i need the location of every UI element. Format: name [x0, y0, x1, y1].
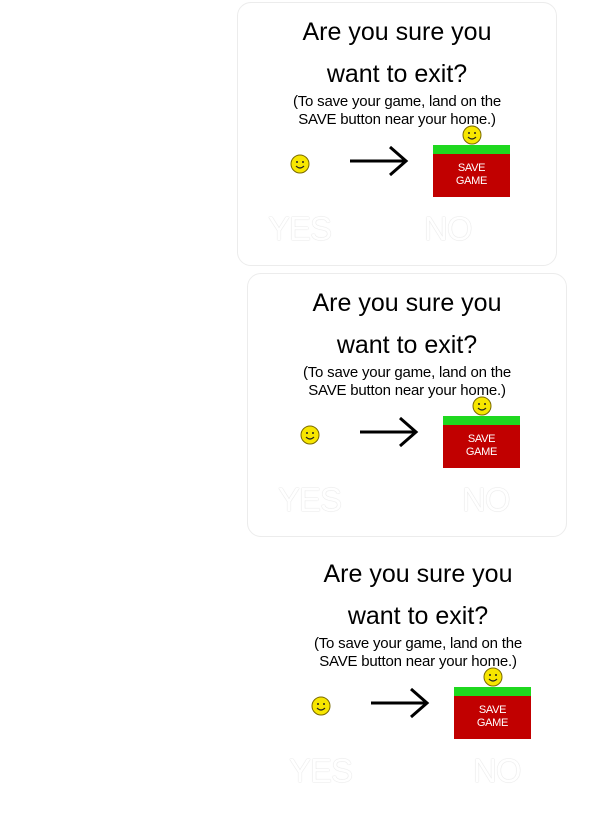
exit-dialog-1: Are you sure you want to exit? (To save …: [237, 2, 557, 266]
dialog-title-line-1: Are you sure you: [302, 18, 492, 46]
save-game-pad: SAVE GAME: [454, 687, 531, 739]
dialog-note-line-1: (To save your game, land on the: [313, 635, 523, 652]
save-label-line-1: SAVE: [467, 433, 496, 445]
no-label: NO: [473, 752, 521, 789]
save-pad-label: SAVE GAME: [454, 696, 531, 739]
smiley-icon: [472, 396, 492, 416]
dialog-note-line-1: (To save your game, land on the: [292, 93, 502, 110]
smiley-icon: [311, 696, 331, 716]
arrow-right-icon: [371, 687, 430, 719]
dialog-title-line-2: want to exit?: [336, 331, 478, 359]
no-label: NO: [462, 481, 510, 518]
dialog-note-line-2: SAVE button near your home.): [298, 111, 496, 128]
yes-button[interactable]: YES: [289, 751, 353, 791]
save-game-pad: SAVE GAME: [433, 145, 510, 197]
arrow-right-icon: [360, 416, 419, 448]
smiley-icon: [300, 425, 320, 445]
no-button[interactable]: NO: [462, 480, 510, 520]
save-pad-label: SAVE GAME: [443, 425, 520, 468]
yes-label: YES: [278, 481, 342, 518]
no-button[interactable]: NO: [473, 751, 521, 791]
exit-dialog-2: Are you sure you want to exit? (To save …: [247, 273, 567, 537]
yes-button[interactable]: YES: [268, 209, 332, 249]
yes-label: YES: [268, 210, 332, 247]
save-pad-label: SAVE GAME: [433, 154, 510, 197]
dialog-note-line-1: (To save your game, land on the: [302, 364, 512, 381]
dialog-title-line-2: want to exit?: [326, 60, 468, 88]
save-label-line-2: GAME: [455, 175, 488, 187]
save-pad-grass: [454, 687, 531, 696]
save-pad-grass: [443, 416, 520, 425]
smiley-icon: [483, 667, 503, 687]
yes-button[interactable]: YES: [278, 480, 342, 520]
exit-dialog-3: Are you sure you want to exit? (To save …: [258, 544, 578, 808]
no-label: NO: [424, 210, 472, 247]
smiley-icon: [290, 154, 310, 174]
save-label-line-2: GAME: [476, 717, 509, 729]
yes-label: YES: [289, 752, 353, 789]
arrow-right-icon: [350, 145, 409, 177]
dialog-note-line-2: SAVE button near your home.): [308, 382, 506, 399]
no-button[interactable]: NO: [424, 209, 472, 249]
smiley-icon: [462, 125, 482, 145]
dialog-title-line-2: want to exit?: [347, 602, 489, 630]
save-label-line-2: GAME: [465, 446, 498, 458]
save-label-line-1: SAVE: [457, 162, 486, 174]
dialog-note-line-2: SAVE button near your home.): [319, 653, 517, 670]
save-label-line-1: SAVE: [478, 704, 507, 716]
save-pad-grass: [433, 145, 510, 154]
save-game-pad: SAVE GAME: [443, 416, 520, 468]
dialog-title-line-1: Are you sure you: [323, 560, 513, 588]
dialog-title-line-1: Are you sure you: [312, 289, 502, 317]
